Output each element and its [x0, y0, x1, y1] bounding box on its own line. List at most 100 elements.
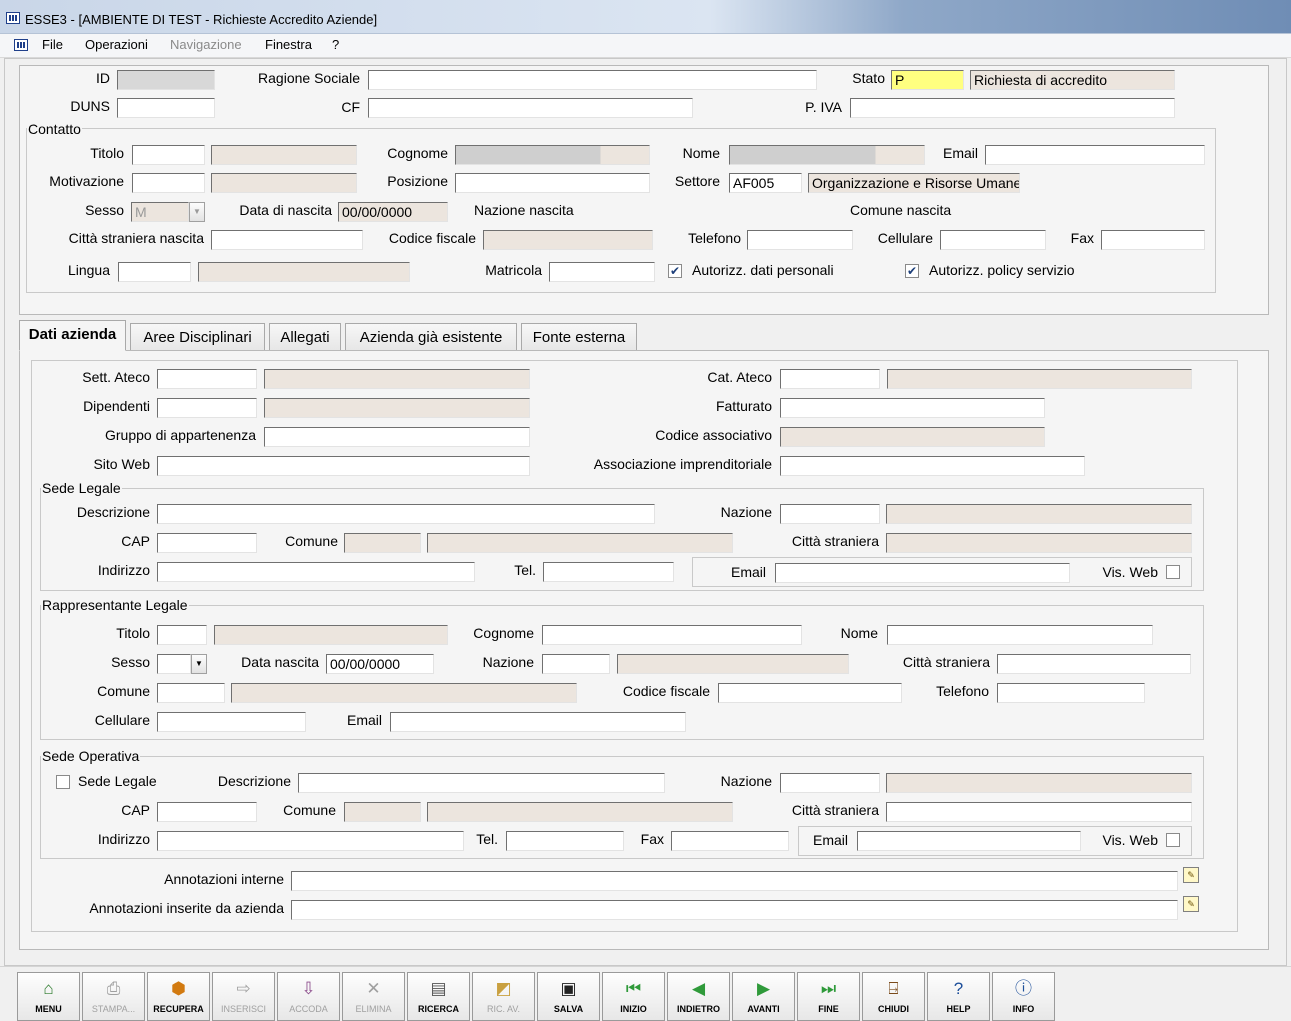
lingua-label: Lingua [67, 262, 110, 278]
cat-ateco-input[interactable] [780, 369, 880, 389]
accoda-button: ⇩ ACCODA [277, 972, 340, 1021]
rl-sesso-select[interactable] [157, 654, 191, 674]
indietro-button[interactable]: ◀ INDIETRO [667, 972, 730, 1021]
rl-citta-straniera-input[interactable] [997, 654, 1191, 674]
menu-operazioni[interactable]: Operazioni [85, 37, 148, 52]
sl-tel-input[interactable] [543, 562, 674, 582]
so-nazione-input[interactable] [780, 773, 880, 793]
duns-input[interactable] [117, 98, 215, 118]
rl-cognome-input[interactable] [542, 625, 802, 645]
autorizz-policy-label: Autorizz. policy servizio [929, 262, 1075, 278]
recupera-button[interactable]: ⬢ RECUPERA [147, 972, 210, 1021]
annotazioni-azienda-edit-icon[interactable]: ✎ [1183, 896, 1199, 912]
so-descrizione-input[interactable] [298, 773, 665, 793]
sito-web-input[interactable] [157, 456, 530, 476]
document-icon[interactable] [14, 39, 28, 51]
posizione-input[interactable] [455, 173, 650, 193]
annotazioni-interne-input[interactable] [291, 871, 1178, 891]
chiudi-button[interactable]: ⍈ CHIUDI [862, 972, 925, 1021]
insert-icon: ⇨ [236, 979, 251, 998]
printer-icon: ⎙ [106, 979, 121, 998]
rl-nazione-input[interactable] [542, 654, 610, 674]
gruppo-input[interactable] [264, 427, 530, 447]
tab-azienda-esistente[interactable]: Azienda già esistente [345, 323, 517, 351]
annotazioni-interne-edit-icon[interactable]: ✎ [1183, 867, 1199, 883]
ricerca-button[interactable]: ▤ RICERCA [407, 972, 470, 1021]
elimina-button: ✕ ELIMINA [342, 972, 405, 1021]
rl-titolo-desc-field [214, 625, 448, 645]
sl-indirizzo-input[interactable] [157, 562, 475, 582]
rl-sesso-label: Sesso [111, 654, 150, 670]
sett-ateco-input[interactable] [157, 369, 257, 389]
rl-email-input[interactable] [390, 712, 686, 732]
rl-comune-input[interactable] [157, 683, 225, 703]
motivazione-input[interactable] [132, 173, 205, 193]
so-indirizzo-input[interactable] [157, 831, 464, 851]
sl-email-input[interactable] [775, 563, 1070, 583]
inizio-button[interactable]: ⏮ INIZIO [602, 972, 665, 1021]
rl-telefono-input[interactable] [997, 683, 1145, 703]
rl-data-nascita-input[interactable]: 00/00/0000 [326, 654, 434, 674]
so-nazione-label: Nazione [720, 773, 772, 789]
cf-input[interactable] [368, 98, 693, 118]
sesso-chevron-down-icon[interactable]: ▼ [189, 202, 205, 222]
menu-finestra[interactable]: Finestra [265, 37, 312, 52]
salva-button[interactable]: ▣ SALVA [537, 972, 600, 1021]
fine-button[interactable]: ⏭ FINE [797, 972, 860, 1021]
so-fax-input[interactable] [671, 831, 789, 851]
sede-operativa-legend: Sede Operativa [41, 748, 141, 764]
info-button[interactable]: ⓘ INFO [992, 972, 1055, 1021]
tab-fonte-esterna[interactable]: Fonte esterna [521, 323, 637, 351]
autorizz-dati-label: Autorizz. dati personali [692, 262, 834, 278]
sl-cap-input[interactable] [157, 533, 257, 553]
menu-help[interactable]: ? [332, 37, 339, 52]
so-email-input[interactable] [857, 831, 1081, 851]
stato-code-field[interactable]: P [891, 70, 964, 90]
sesso-select[interactable]: M [131, 202, 189, 222]
settore-code-input[interactable]: AF005 [729, 173, 802, 193]
piva-input[interactable] [850, 98, 1175, 118]
fatturato-input[interactable] [780, 398, 1045, 418]
help-button[interactable]: ? HELP [927, 972, 990, 1021]
matricola-input[interactable] [549, 262, 655, 282]
menu-file[interactable]: File [42, 37, 63, 52]
rl-cognome-label: Cognome [473, 625, 534, 641]
associazione-input[interactable] [780, 456, 1085, 476]
tab-allegati[interactable]: Allegati [269, 323, 341, 351]
tab-dati-azienda[interactable]: Dati azienda [19, 320, 126, 351]
ragione-sociale-input[interactable] [368, 70, 817, 90]
tab-aree-disciplinari[interactable]: Aree Disciplinari [130, 323, 265, 351]
annotazioni-azienda-input[interactable] [291, 900, 1178, 920]
fax-input[interactable] [1101, 230, 1205, 250]
rl-codice-fiscale-input[interactable] [718, 683, 902, 703]
stampa-button: ⎙ STAMPA... [82, 972, 145, 1021]
titolo-input[interactable] [132, 145, 205, 165]
email-input[interactable] [985, 145, 1205, 165]
cellulare-label: Cellulare [877, 230, 933, 246]
so-tel-input[interactable] [506, 831, 624, 851]
sede-legale-legend: Sede Legale [41, 480, 122, 496]
so-citta-straniera-input[interactable] [886, 802, 1192, 822]
sl-nazione-input[interactable] [780, 504, 880, 524]
autorizz-dati-checkbox[interactable]: ✔ [668, 264, 682, 278]
menu-button[interactable]: ⌂ MENU [17, 972, 80, 1021]
so-vis-web-checkbox[interactable] [1166, 833, 1180, 847]
cellulare-input[interactable] [940, 230, 1046, 250]
avanti-button[interactable]: ▶ AVANTI [732, 972, 795, 1021]
autorizz-policy-checkbox[interactable]: ✔ [905, 264, 919, 278]
sl-descrizione-input[interactable] [157, 504, 655, 524]
sl-vis-web-checkbox[interactable] [1166, 565, 1180, 579]
rl-cellulare-input[interactable] [157, 712, 306, 732]
id-field [117, 70, 215, 90]
rl-nome-input[interactable] [887, 625, 1153, 645]
so-cap-input[interactable] [157, 802, 257, 822]
rl-titolo-input[interactable] [157, 625, 207, 645]
annotazioni-azienda-label: Annotazioni inserite da azienda [89, 900, 284, 916]
citta-straniera-nascita-input[interactable] [211, 230, 363, 250]
so-sede-legale-checkbox[interactable] [56, 775, 70, 789]
motivazione-desc-field [211, 173, 357, 193]
telefono-input[interactable] [747, 230, 853, 250]
rl-sesso-chevron-down-icon[interactable]: ▼ [191, 654, 207, 674]
lingua-input[interactable] [118, 262, 191, 282]
dipendenti-input[interactable] [157, 398, 257, 418]
